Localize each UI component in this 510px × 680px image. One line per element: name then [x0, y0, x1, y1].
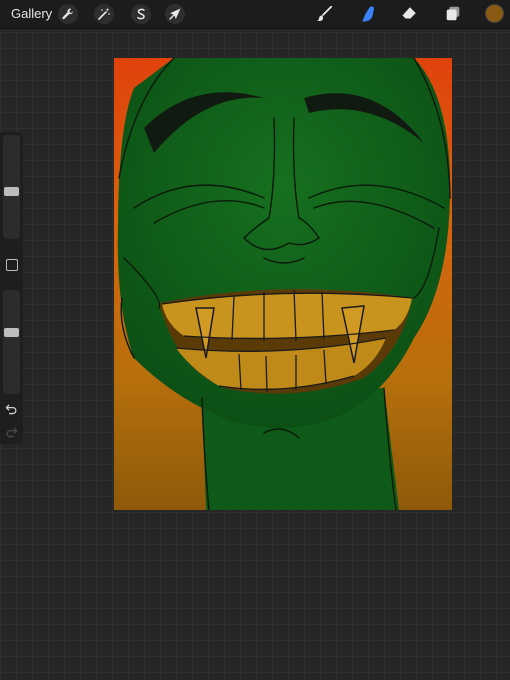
- brush-opacity-slider[interactable]: [3, 290, 20, 394]
- redo-icon[interactable]: [5, 426, 18, 438]
- arrow-cursor-icon: [169, 8, 181, 20]
- brush-sidebar: [0, 132, 23, 444]
- top-toolbar: Gallery: [0, 0, 510, 29]
- brush-tool-button[interactable]: [313, 4, 335, 24]
- selection-button[interactable]: [131, 4, 151, 24]
- magic-wand-icon: [98, 8, 110, 20]
- eraser-tool-button[interactable]: [398, 4, 420, 24]
- smudge-tool-button[interactable]: [357, 4, 379, 24]
- drawing-canvas[interactable]: [114, 58, 452, 510]
- modify-button[interactable]: [6, 259, 18, 271]
- undo-icon[interactable]: [5, 403, 18, 415]
- layers-button[interactable]: [442, 4, 464, 24]
- brush-size-thumb[interactable]: [4, 187, 19, 196]
- actions-button[interactable]: [58, 4, 78, 24]
- eraser-icon: [401, 7, 416, 20]
- layers-icon: [446, 6, 460, 21]
- selection-s-icon: [137, 8, 145, 20]
- brush-opacity-thumb[interactable]: [4, 328, 19, 337]
- wrench-icon: [62, 8, 73, 20]
- artwork-illustration: [114, 58, 452, 510]
- brush-size-slider[interactable]: [3, 135, 20, 239]
- color-picker-button[interactable]: [486, 5, 503, 22]
- smudge-finger-icon: [362, 6, 375, 22]
- transform-button[interactable]: [165, 4, 185, 24]
- gallery-button[interactable]: Gallery: [11, 6, 52, 21]
- adjustments-button[interactable]: [94, 4, 114, 24]
- brush-icon: [316, 5, 333, 21]
